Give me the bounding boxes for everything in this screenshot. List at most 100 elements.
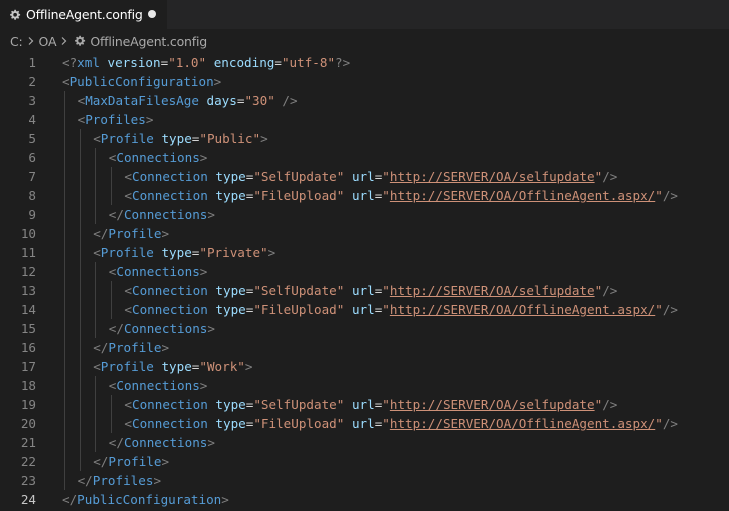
code-line[interactable]: 15 </Connections> bbox=[0, 319, 729, 338]
code-token: PublicConfiguration bbox=[69, 74, 214, 89]
code-token: Connections bbox=[123, 207, 208, 222]
url-link[interactable]: http://SERVER/OA/selfupdate bbox=[390, 283, 595, 298]
code-line[interactable]: 6 <Connections> bbox=[0, 148, 729, 167]
code-token: > bbox=[207, 321, 215, 336]
code-line[interactable]: 8 <Connection type="FileUpload" url="http… bbox=[0, 186, 729, 205]
code-token: " bbox=[655, 416, 663, 431]
code-content: </Connections> bbox=[109, 433, 215, 452]
url-link[interactable]: http://SERVER/OA/selfupdate bbox=[390, 397, 595, 412]
breadcrumb-file[interactable]: OfflineAgent.config bbox=[90, 34, 207, 49]
code-token: Connection bbox=[131, 302, 208, 317]
code-token: </ bbox=[93, 226, 109, 241]
indent-guide bbox=[80, 433, 81, 452]
tab-offlineagent-config[interactable]: OfflineAgent.config bbox=[0, 0, 167, 29]
indent-guide bbox=[64, 262, 65, 281]
code-line[interactable]: 17 <Profile type="Work"> bbox=[0, 357, 729, 376]
code-line[interactable]: 14 <Connection type="FileUpload" url="htt… bbox=[0, 300, 729, 319]
code-line[interactable]: 10 </Profile> bbox=[0, 224, 729, 243]
url-link[interactable]: http://SERVER/OA/OfflineAgent.aspx/ bbox=[390, 188, 655, 203]
code-token: </ bbox=[62, 492, 78, 507]
indent-guide bbox=[80, 376, 81, 395]
code-line[interactable]: 1 <?xml version="1.0" encoding="utf-8"?> bbox=[0, 53, 729, 72]
code-token: Connection bbox=[131, 397, 208, 412]
code-line[interactable]: 21 </Connections> bbox=[0, 433, 729, 452]
line-number: 24 bbox=[20, 492, 36, 507]
indent-guide bbox=[111, 186, 112, 205]
url-link[interactable]: http://SERVER/OA/selfupdate bbox=[390, 169, 595, 184]
code-line[interactable]: 5 <Profile type="Public"> bbox=[0, 129, 729, 148]
code-token: PublicConfiguration bbox=[77, 492, 222, 507]
breadcrumb-drive[interactable]: C: bbox=[10, 34, 23, 49]
code-line[interactable]: 3 <MaxDataFilesAge days="30" /> bbox=[0, 91, 729, 110]
indent-guide bbox=[80, 262, 81, 281]
code-token: > bbox=[199, 264, 208, 279]
indent-guide bbox=[80, 243, 81, 262]
code-editor[interactable]: 1 <?xml version="1.0" encoding="utf-8"?> 2… bbox=[0, 53, 729, 511]
line-number: 13 bbox=[20, 283, 36, 298]
code-token: > bbox=[244, 359, 253, 374]
code-token: "SelfUpdate" bbox=[253, 169, 345, 184]
code-line[interactable]: 22 </Profile> bbox=[0, 452, 729, 471]
code-line[interactable]: 4 <Profiles> bbox=[0, 110, 729, 129]
code-line[interactable]: 13 <Connection type="SelfUpdate" url="htt… bbox=[0, 281, 729, 300]
code-content: </Profile> bbox=[93, 452, 169, 471]
code-line[interactable]: 16 </Profile> bbox=[0, 338, 729, 357]
code-content: <MaxDataFilesAge days="30" /> bbox=[78, 91, 298, 110]
code-line[interactable]: 24 </PublicConfiguration> bbox=[0, 490, 729, 509]
code-content: <Connection type="FileUpload" url="http:… bbox=[124, 186, 678, 205]
code-line[interactable]: 23 </Profiles> bbox=[0, 471, 729, 490]
indent-guide bbox=[64, 224, 65, 243]
code-token: </ bbox=[108, 207, 124, 222]
code-content: <Connections> bbox=[109, 262, 208, 281]
unsaved-dot-icon[interactable] bbox=[148, 10, 156, 18]
indent-guide bbox=[95, 376, 96, 395]
code-token: encoding bbox=[213, 55, 275, 70]
code-token: " bbox=[655, 188, 663, 203]
code-content: <Connection type="SelfUpdate" url="http:… bbox=[124, 281, 617, 300]
chevron-right-icon bbox=[24, 34, 38, 48]
code-content: <?xml version="1.0" encoding="utf-8"?> bbox=[62, 53, 350, 72]
line-number: 5 bbox=[28, 131, 36, 146]
indent-guide bbox=[111, 167, 112, 186]
line-number: 11 bbox=[20, 245, 36, 260]
indent-guide bbox=[95, 262, 96, 281]
code-token: days bbox=[206, 93, 237, 108]
code-line[interactable]: 12 <Connections> bbox=[0, 262, 729, 281]
indent-guide bbox=[64, 452, 65, 471]
line-number: 16 bbox=[20, 340, 36, 355]
code-line[interactable]: 9 </Connections> bbox=[0, 205, 729, 224]
code-line[interactable]: 2 <PublicConfiguration> bbox=[0, 72, 729, 91]
code-line[interactable]: 11 <Profile type="Private"> bbox=[0, 243, 729, 262]
code-token: /> bbox=[602, 283, 618, 298]
code-token: Connections bbox=[116, 378, 200, 393]
code-token: "SelfUpdate" bbox=[253, 397, 345, 412]
code-token: " bbox=[382, 397, 390, 412]
code-token: "Public" bbox=[199, 131, 261, 146]
indent-guide bbox=[95, 319, 96, 338]
code-token: Connections bbox=[123, 321, 208, 336]
code-line[interactable]: 19 <Connection type="SelfUpdate" url="htt… bbox=[0, 395, 729, 414]
breadcrumb-folder[interactable]: OA bbox=[39, 34, 57, 49]
indent-guide bbox=[95, 205, 96, 224]
line-number: 1 bbox=[28, 55, 36, 70]
line-number: 3 bbox=[28, 93, 36, 108]
url-link[interactable]: http://SERVER/OA/OfflineAgent.aspx/ bbox=[390, 302, 655, 317]
indent-guide bbox=[64, 319, 65, 338]
line-number: 23 bbox=[20, 473, 36, 488]
url-link[interactable]: http://SERVER/OA/OfflineAgent.aspx/ bbox=[390, 416, 655, 431]
code-token: Connection bbox=[131, 188, 208, 203]
code-line[interactable]: 18 <Connections> bbox=[0, 376, 729, 395]
code-content: <Profile type="Work"> bbox=[93, 357, 252, 376]
code-line[interactable]: 20 <Connection type="FileUpload" url="htt… bbox=[0, 414, 729, 433]
code-token: " bbox=[655, 302, 663, 317]
code-token: " bbox=[382, 283, 390, 298]
indent-guide bbox=[64, 471, 65, 490]
code-line[interactable]: 7 <Connection type="SelfUpdate" url="http… bbox=[0, 167, 729, 186]
code-token: Connections bbox=[123, 435, 208, 450]
code-token: > bbox=[199, 150, 208, 165]
